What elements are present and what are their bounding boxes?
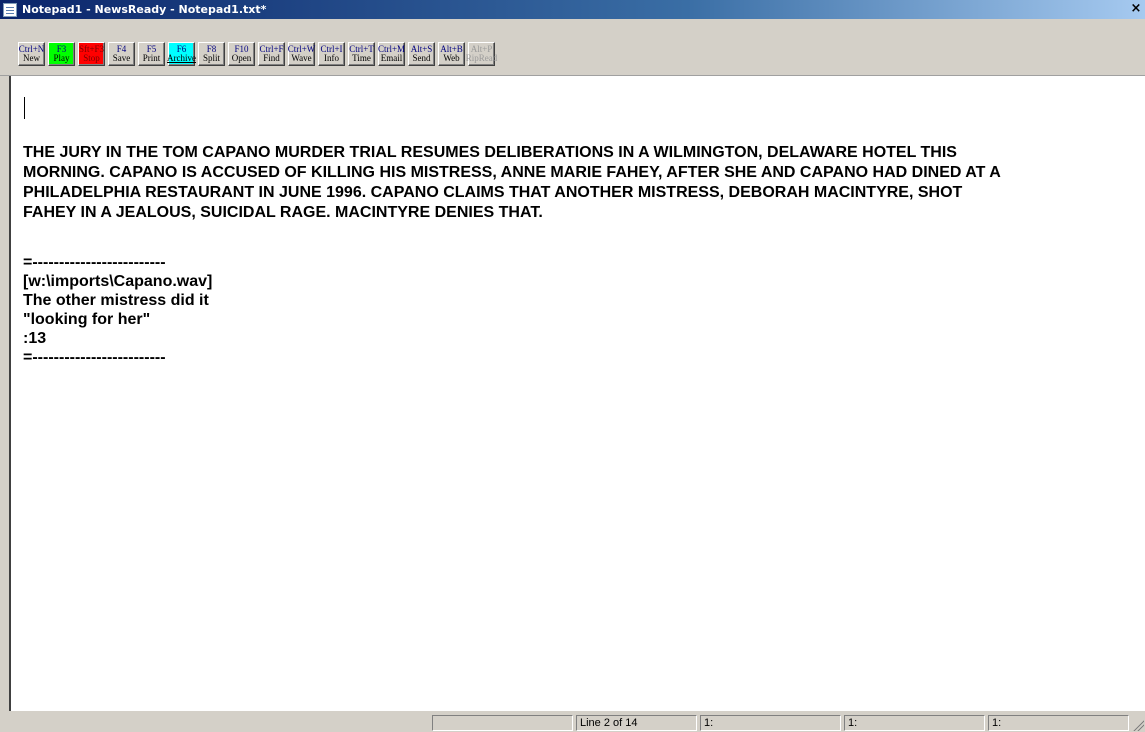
toolbar: Ctrl+N New F3 Play Sft+F3 Stop F4 Save F5 Pri… [0, 19, 1145, 76]
notepad-icon[interactable] [3, 2, 17, 17]
stop-button[interactable]: Sft+F3 Stop [78, 42, 105, 66]
status-line-info: Line 2 of 14 [576, 715, 697, 731]
print-button[interactable]: F5 Print [138, 42, 165, 66]
text-caret [24, 97, 25, 119]
web-button-label: Web [443, 53, 460, 63]
cue-description: The other mistress did it [23, 292, 209, 309]
stop-button-label: Stop [83, 53, 100, 63]
ripread-button[interactable]: Alt+P RipRead [465, 42, 498, 66]
archive-button-label: Archive [167, 53, 196, 63]
wave-button[interactable]: Ctrl+W Wave [288, 42, 315, 66]
email-button-label: Email [380, 53, 403, 63]
title-bar[interactable]: Notepad1 - NewsReady - Notepad1.txt* × [0, 0, 1145, 19]
cue-separator-top: =------------------------- [23, 254, 166, 271]
status-panel-4: 1: [844, 715, 985, 731]
status-panel-3: 1: [700, 715, 841, 731]
notepad-window: Notepad1 - NewsReady - Notepad1.txt* × C… [0, 0, 1145, 732]
story-line: MORNING. CAPANO IS ACCUSED OF KILLING HI… [23, 164, 1001, 181]
print-button-label: Print [142, 53, 161, 63]
cue-file-path: [w:\imports\Capano.wav] [23, 273, 213, 290]
cue-duration: :13 [23, 330, 47, 347]
archive-button[interactable]: F6 Archive [167, 42, 196, 66]
status-bar: Line 2 of 14 1: 1: 1: [0, 712, 1145, 732]
open-button[interactable]: F10 Open [228, 42, 255, 66]
info-button-label: Info [324, 53, 339, 63]
find-button[interactable]: Ctrl+F Find [258, 42, 285, 66]
status-panel-5: 1: [988, 715, 1129, 731]
new-button-label: New [23, 53, 40, 63]
cue-separator-bottom: =------------------------- [23, 349, 166, 366]
open-button-label: Open [231, 53, 252, 63]
save-button[interactable]: F4 Save [108, 42, 135, 66]
toolbar-buttons: Ctrl+N New F3 Play Sft+F3 Stop F4 Save F5 Pri… [18, 42, 498, 66]
story-line: FAHEY IN A JEALOUS, SUICIDAL RAGE. MACIN… [23, 204, 543, 221]
wave-button-label: Wave [291, 53, 312, 63]
save-button-label: Save [112, 53, 131, 63]
new-button[interactable]: Ctrl+N New [18, 42, 45, 66]
info-button[interactable]: Ctrl+I Info [318, 42, 345, 66]
cue-outcue: "looking for her" [23, 311, 151, 328]
story-paragraph[interactable]: THE JURY IN THE TOM CAPANO MURDER TRIAL … [23, 143, 1133, 223]
send-button[interactable]: Alt+S Send [408, 42, 435, 66]
play-button-label: Play [53, 53, 70, 63]
play-button[interactable]: F3 Play [48, 42, 75, 66]
find-button-label: Find [263, 53, 280, 63]
email-button[interactable]: Ctrl+M Email [378, 42, 405, 66]
audio-cue-block[interactable]: =------------------------- [w:\imports\C… [23, 253, 212, 367]
split-button-label: Split [202, 53, 220, 63]
window-title: Notepad1 - NewsReady - Notepad1.txt* [22, 3, 267, 16]
send-button-label: Send [412, 53, 431, 63]
story-line: THE JURY IN THE TOM CAPANO MURDER TRIAL … [23, 144, 957, 161]
status-panel-blank [432, 715, 573, 731]
web-button[interactable]: Alt+B Web [438, 42, 465, 66]
split-button[interactable]: F8 Split [198, 42, 225, 66]
story-line: PHILADELPHIA RESTAURANT IN JUNE 1996. CA… [23, 184, 963, 201]
close-button[interactable]: × [1129, 2, 1143, 16]
resize-grip-icon[interactable] [1132, 719, 1144, 731]
time-button[interactable]: Ctrl+T Time [348, 42, 375, 66]
time-button-label: Time [352, 53, 371, 63]
ripread-button-label: RipRead [465, 53, 498, 63]
